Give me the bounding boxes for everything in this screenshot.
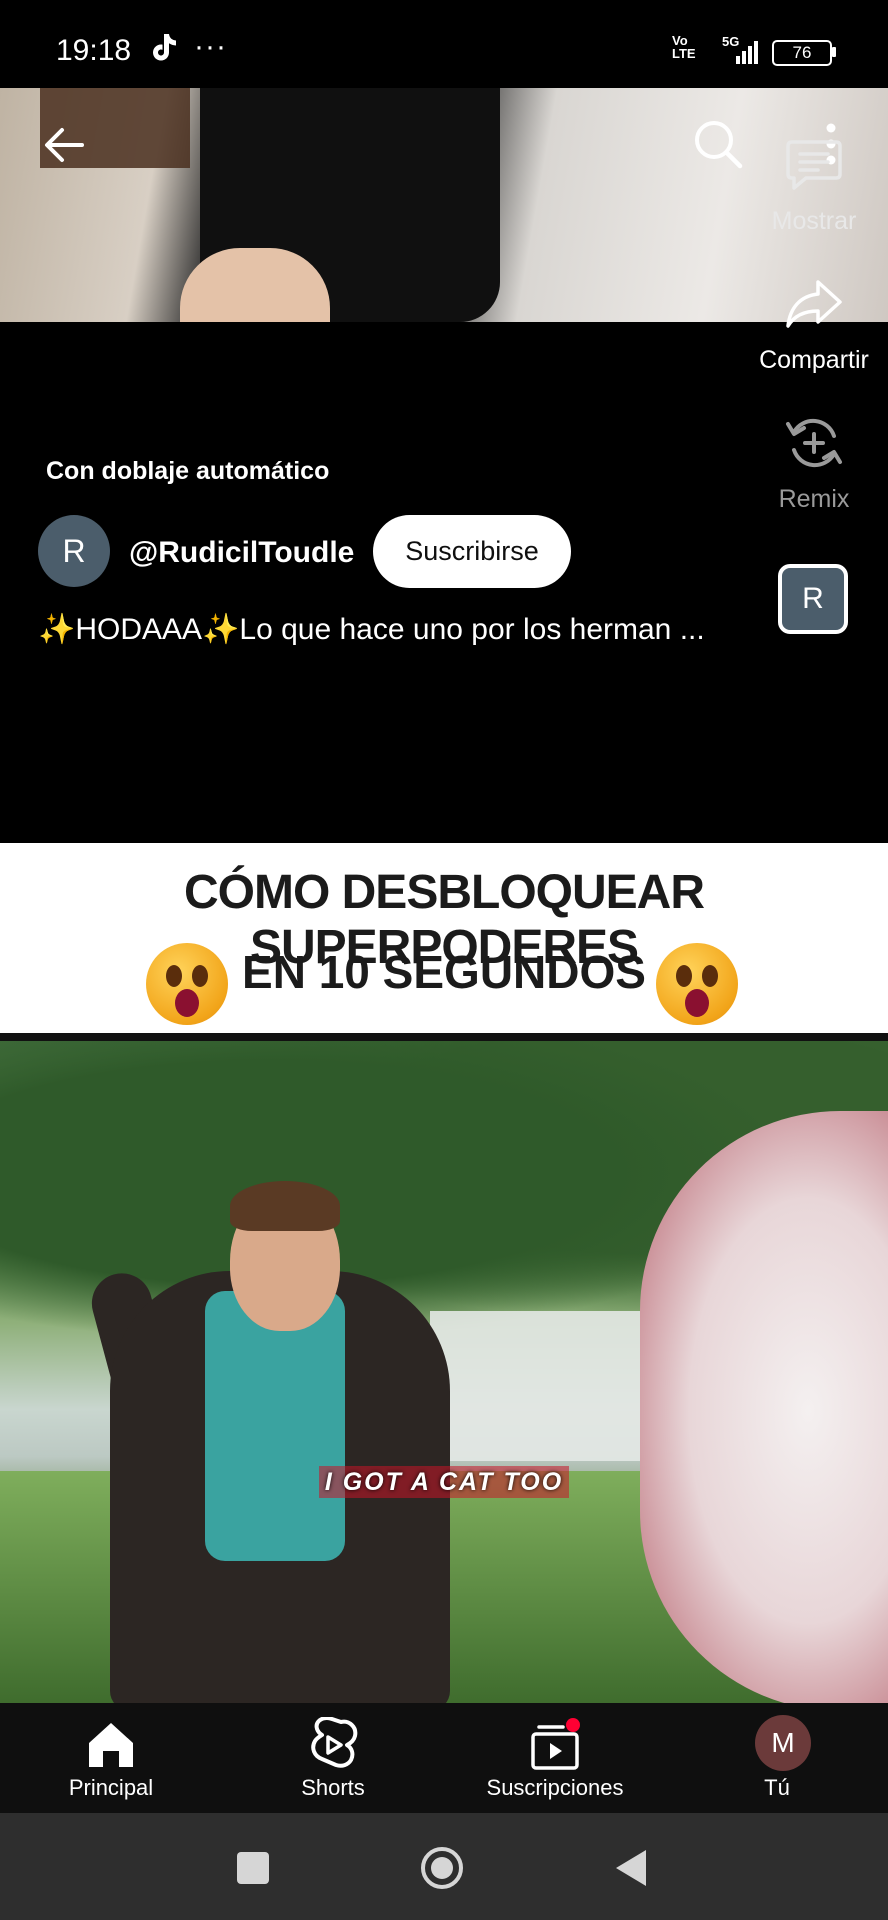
banner-line-2: EN 10 SEGUNDOS [242,946,646,998]
video-scene-person-shirt [205,1291,345,1561]
astonished-emoji-icon [146,943,228,1025]
home-button[interactable] [420,1846,464,1890]
battery-indicator: 76 [772,40,832,66]
emoji-eye [192,965,208,987]
emoji-eye [166,965,182,987]
emoji-eye [702,965,718,987]
remix-icon[interactable] [784,414,844,472]
emoji-mouth [175,989,199,1017]
profile-avatar: M [755,1715,811,1771]
network-lte: LTE [672,46,696,61]
channel-name[interactable]: @RudicilToudle [129,536,354,570]
nav-label-tu: Tú [764,1775,790,1800]
back-arrow-icon[interactable] [38,118,92,172]
remix-label[interactable]: Remix [734,485,888,514]
nav-item-suscripciones[interactable]: Suscripciones [444,1703,666,1813]
video-subtitle-text: I GOT A CAT TOO [318,1466,570,1498]
comments-icon[interactable] [784,136,844,192]
nav-item-principal[interactable]: Principal [0,1703,222,1813]
status-time: 19:18 [56,34,132,67]
tiktok-notification-icon [150,32,178,70]
emoji-mouth [685,989,709,1017]
video-scene-creature [640,1111,888,1711]
recent-apps-button[interactable] [237,1852,269,1884]
nav-item-tu[interactable]: M Tú [666,1703,888,1813]
search-icon[interactable] [690,116,746,172]
home-icon [83,1717,139,1773]
nav-label-principal: Principal [68,1775,154,1800]
nav-label-shorts: Shorts [301,1775,365,1800]
shorts-icon [305,1716,361,1773]
subscribe-button[interactable]: Suscribirse [373,515,571,588]
signal-label: 5G [722,34,740,49]
video-title-banner: CÓMO DESBLOQUEAR SUPERPODERES EN 10 SEGU… [0,843,888,1033]
channel-thumbnail[interactable]: R [778,564,848,634]
nav-label-suscripciones: Suscripciones [486,1775,624,1800]
astonished-emoji-icon [656,943,738,1025]
video-scene-person-hair [230,1181,340,1231]
bottom-navigation: Principal Shorts Suscripciones M Tú [0,1703,888,1813]
network-type: Vo LTE [672,34,696,60]
more-notifications-icon: ··· [194,30,227,63]
previous-video-frame[interactable] [0,88,888,322]
comments-label[interactable]: Mostrar [734,207,888,236]
video-caption[interactable]: ✨HODAAA✨Lo que hace uno por los herman .… [38,612,758,647]
video-subtitle: I GOT A CAT TOO [0,1466,888,1498]
share-icon[interactable] [784,276,844,330]
nav-item-shorts[interactable]: Shorts [222,1703,444,1813]
battery-tip [832,47,836,57]
back-button[interactable] [614,1848,648,1888]
short-video-player[interactable] [0,1033,888,1711]
signal-icon: 5G [722,34,762,71]
share-label[interactable]: Compartir [734,346,888,375]
subscriptions-icon [527,1717,583,1773]
channel-avatar[interactable]: R [38,515,110,587]
dubbed-label: Con doblaje automático [46,457,330,485]
emoji-eye [676,965,692,987]
status-bar: 19:18 ··· Vo LTE 5G 76 [0,0,888,88]
